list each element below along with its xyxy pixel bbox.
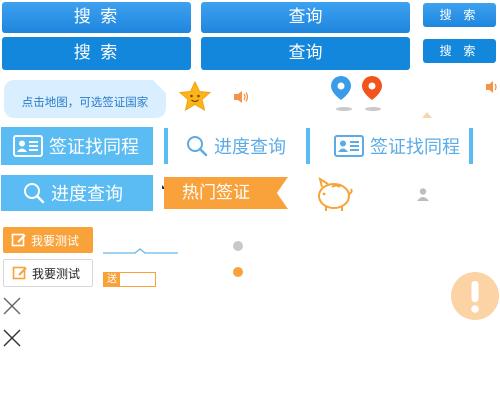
pin-shadow-icon: [334, 97, 354, 111]
divider-bar-mid: [306, 128, 310, 164]
tab-underline-indicator: [103, 240, 178, 254]
orange-dot-icon[interactable]: [233, 267, 243, 277]
search-small-button[interactable]: 搜 索: [423, 3, 496, 27]
close-dark-icon[interactable]: [3, 329, 21, 347]
map-hint-bubble: 点击地图，可选签证国家: [4, 80, 166, 118]
piggy-bank-icon: [314, 175, 354, 213]
search-button-flat[interactable]: 搜 索: [2, 37, 191, 70]
progress-query-label: 进度查询: [214, 137, 286, 158]
id-card-icon: [13, 135, 43, 157]
warning-icon: [450, 271, 500, 321]
progress-query-button[interactable]: 进度查询: [170, 127, 300, 165]
send-tag: 送: [103, 272, 156, 287]
id-card-outline-icon: [334, 135, 364, 157]
find-visa-button[interactable]: 签证找同程: [1, 127, 153, 165]
take-test-label: 我要测试: [31, 233, 80, 248]
user-icon[interactable]: [416, 186, 430, 201]
speaker-small-icon[interactable]: [486, 78, 500, 93]
find-visa-outline-label: 签证找同程: [370, 137, 460, 158]
take-test-outline-label: 我要测试: [32, 266, 81, 281]
divider-bar-left: [164, 128, 168, 164]
find-visa-label: 签证找同程: [49, 137, 139, 158]
edit-icon: [11, 232, 27, 248]
gray-dot-icon[interactable]: [233, 241, 243, 251]
divider-bar-right: [469, 128, 473, 164]
take-test-outline-button[interactable]: 我要测试: [3, 259, 93, 287]
send-tag-label: 送: [104, 273, 120, 286]
search-button[interactable]: 搜 索: [2, 2, 191, 33]
take-test-button[interactable]: 我要测试: [3, 227, 93, 253]
find-visa-outline-button[interactable]: 签证找同程: [312, 127, 467, 165]
progress-query-filled-label: 进度查询: [51, 184, 123, 205]
speaker-icon[interactable]: [234, 88, 250, 103]
small-triangle-icon: [422, 103, 432, 118]
progress-query-filled-button[interactable]: 进度查询: [1, 175, 153, 211]
pin-shadow-red-icon: [363, 97, 383, 111]
star-icon: [178, 80, 212, 112]
query-button-flat[interactable]: 查询: [201, 37, 410, 70]
search-small-button-flat[interactable]: 搜 索: [423, 39, 496, 63]
query-button[interactable]: 查询: [201, 2, 410, 33]
hot-visa-ribbon[interactable]: 热门签证: [164, 177, 288, 209]
search-white-icon: [23, 182, 45, 204]
search-icon: [186, 135, 208, 157]
edit-orange-icon: [12, 265, 28, 281]
close-icon[interactable]: [3, 297, 21, 315]
